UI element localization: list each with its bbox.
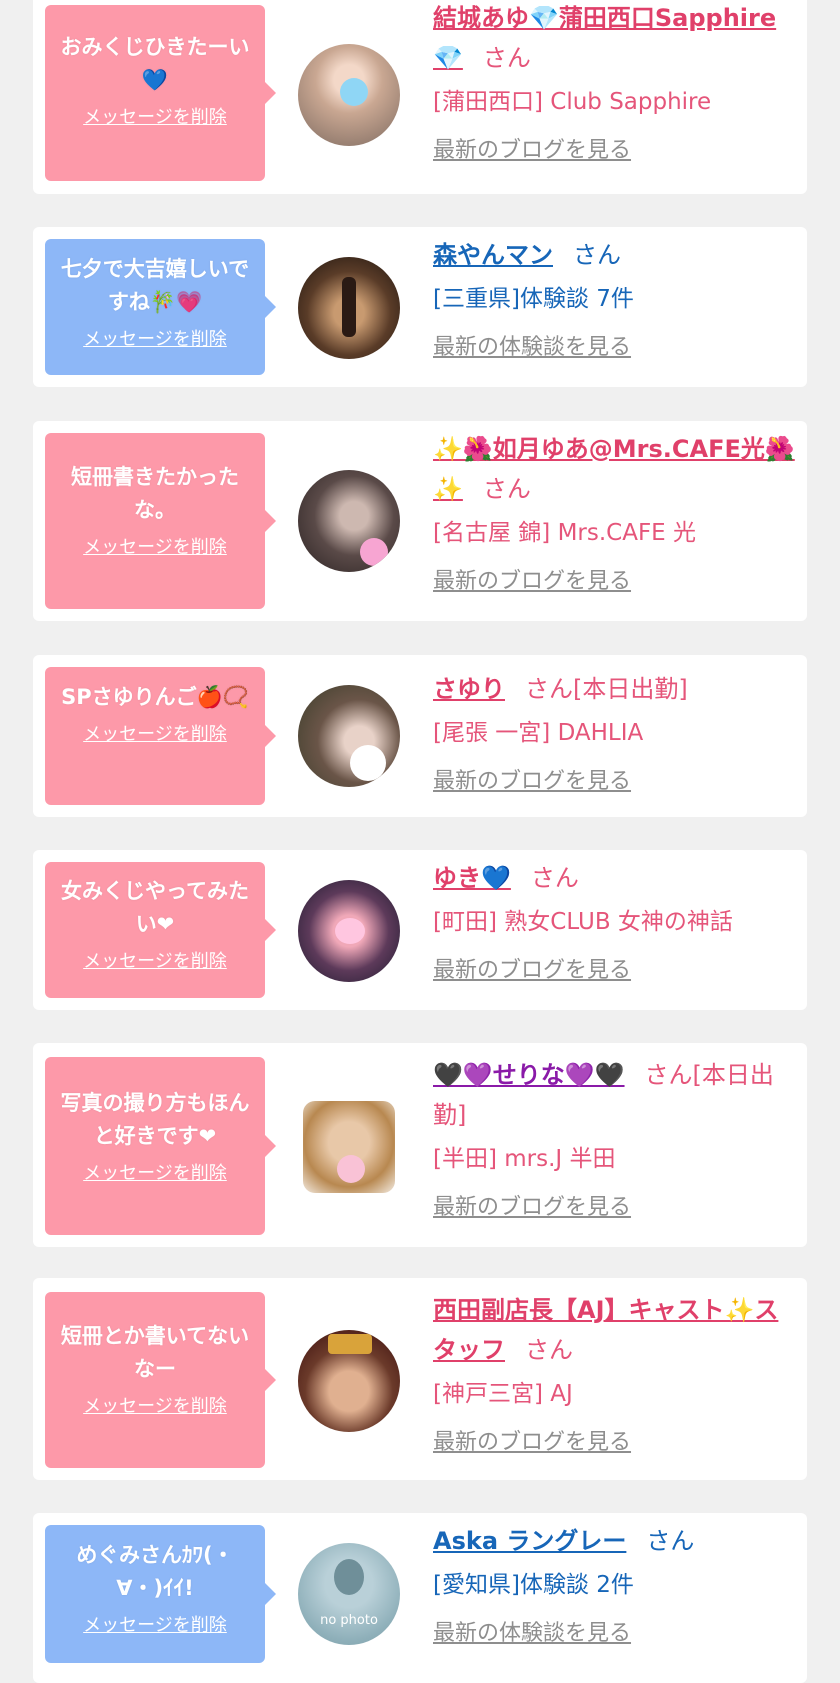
profile-name-link[interactable]: 森やんマン — [433, 241, 553, 269]
avatar[interactable] — [298, 257, 400, 359]
delete-message-link[interactable]: メッセージを削除 — [83, 950, 227, 974]
profile-name-link[interactable]: さゆり — [433, 675, 505, 703]
honorific: さん — [646, 1527, 695, 1555]
honorific: さん — [530, 864, 579, 892]
latest-blog-link[interactable]: 最新のブログを見る — [433, 1193, 631, 1223]
message-bubble: めぐみさんｶﾜ(・∀・)ｲｲ! メッセージを削除 — [45, 1525, 276, 1663]
honorific: さん — [573, 241, 621, 269]
latest-blog-link[interactable]: 最新のブログを見る — [433, 136, 631, 166]
shop-info: [神戸三宮] AJ — [433, 1381, 573, 1407]
delete-message-link[interactable]: メッセージを削除 — [83, 723, 227, 747]
shop-info: [半田] mrs.J 半田 — [433, 1146, 616, 1172]
no-photo-label: no photo — [320, 1613, 378, 1628]
delete-message-link[interactable]: メッセージを削除 — [83, 1395, 227, 1419]
delete-message-link[interactable]: メッセージを削除 — [83, 106, 227, 130]
face-cover-icon — [350, 745, 386, 781]
shop-info: [名古屋 錦] Mrs.CAFE 光 — [433, 520, 697, 546]
profile-name-link[interactable]: ゆき💙 — [433, 864, 511, 892]
message-bubble: 短冊書きたかったな。 メッセージを削除 — [45, 433, 276, 609]
avatar[interactable] — [298, 685, 400, 787]
shop-info: [三重県]体験談 7件 — [433, 286, 634, 312]
message-bubble: おみくじひきたーい💙 メッセージを削除 — [45, 5, 276, 181]
message-text: 七夕で大吉嬉しいですね🎋💗 — [60, 257, 250, 314]
shop-info: [愛知県]体験談 2件 — [433, 1572, 634, 1598]
honorific: さん — [482, 44, 531, 72]
latest-blog-link[interactable]: 最新のブログを見る — [433, 767, 631, 797]
message-text: 写真の撮り方もほんと好きです❤ — [60, 1091, 250, 1148]
delete-message-link[interactable]: メッセージを削除 — [83, 536, 227, 560]
message-bubble: SPさゆりんご🍎📿 メッセージを削除 — [45, 667, 276, 805]
shop-info: [尾張 一宮] DAHLIA — [433, 720, 644, 746]
message-text: 女みくじやってみたい❤ — [61, 879, 249, 936]
delete-message-link[interactable]: メッセージを削除 — [83, 328, 227, 352]
avatar[interactable] — [298, 880, 400, 982]
latest-review-link[interactable]: 最新の体験談を見る — [433, 1619, 631, 1649]
delete-message-link[interactable]: メッセージを削除 — [83, 1614, 227, 1638]
message-text: めぐみさんｶﾜ(・∀・)ｲｲ! — [76, 1543, 234, 1600]
message-card: 女みくじやってみたい❤ メッセージを削除 ゆき💙 さん [町田] 熟女CLUB 女… — [33, 850, 807, 1010]
profile-info: Aska ラングレー さん [愛知県]体験談 2件 最新の体験談を見る — [433, 1521, 797, 1649]
message-card: おみくじひきたーい💙 メッセージを削除 結城あゆ💎蒲田西口Sapphire💎 さん… — [33, 0, 807, 194]
latest-review-link[interactable]: 最新の体験談を見る — [433, 333, 631, 363]
heart-icon — [335, 918, 365, 944]
profile-info: ゆき💙 さん [町田] 熟女CLUB 女神の神話 最新のブログを見る — [433, 858, 797, 986]
shop-info: [蒲田西口] Club Sapphire — [433, 89, 712, 115]
message-card: 短冊書きたかったな。 メッセージを削除 ✨🌺如月ゆあ@Mrs.CAFE光🌺✨ さん… — [33, 421, 807, 621]
message-text: SPさゆりんご🍎📿 — [61, 685, 249, 709]
message-text: 短冊書きたかったな。 — [71, 465, 239, 522]
profile-info: 森やんマン さん [三重県]体験談 7件 最新の体験談を見る — [433, 235, 797, 363]
heart-icon — [337, 1155, 365, 1183]
profile-info: 🖤💜せりな💜🖤 さん[本日出勤] [半田] mrs.J 半田 最新のブログを見る — [433, 1055, 797, 1223]
profile-name-link[interactable]: Aska ラングレー — [433, 1527, 626, 1555]
profile-info: 西田副店長【AJ】キャスト✨スタッフ さん [神戸三宮] AJ 最新のブログを見る — [433, 1290, 797, 1458]
honorific: さん[本日出勤] — [525, 675, 688, 703]
avatar[interactable] — [298, 1330, 400, 1432]
message-bubble: 写真の撮り方もほんと好きです❤ メッセージを削除 — [45, 1057, 276, 1235]
honorific: さん — [525, 1336, 573, 1364]
delete-message-link[interactable]: メッセージを削除 — [83, 1162, 227, 1186]
message-bubble: 女みくじやってみたい❤ メッセージを削除 — [45, 862, 276, 998]
bottle-icon — [342, 277, 356, 337]
message-card: 七夕で大吉嬉しいですね🎋💗 メッセージを削除 森やんマン さん [三重県]体験談 … — [33, 227, 807, 387]
message-card: SPさゆりんご🍎📿 メッセージを削除 さゆり さん[本日出勤] [尾張 一宮] D… — [33, 655, 807, 817]
profile-info: さゆり さん[本日出勤] [尾張 一宮] DAHLIA 最新のブログを見る — [433, 669, 797, 797]
heart-icon — [360, 538, 388, 566]
profile-info: ✨🌺如月ゆあ@Mrs.CAFE光🌺✨ さん [名古屋 錦] Mrs.CAFE 光 … — [433, 429, 797, 597]
profile-name-link[interactable]: 西田副店長【AJ】キャスト✨スタッフ — [433, 1296, 778, 1364]
message-card: 写真の撮り方もほんと好きです❤ メッセージを削除 🖤💜せりな💜🖤 さん[本日出勤]… — [33, 1043, 807, 1247]
silhouette-icon — [334, 1559, 364, 1595]
avatar[interactable] — [298, 470, 400, 572]
avatar[interactable]: no photo — [298, 1543, 400, 1645]
avatar[interactable] — [303, 1101, 395, 1193]
latest-blog-link[interactable]: 最新のブログを見る — [433, 1428, 631, 1458]
heart-icon — [340, 78, 368, 106]
message-card: 短冊とか書いてないなー メッセージを削除 西田副店長【AJ】キャスト✨スタッフさ… — [33, 1278, 807, 1480]
latest-blog-link[interactable]: 最新のブログを見る — [433, 956, 631, 986]
message-text: 短冊とか書いてないなー — [60, 1324, 250, 1381]
crown-icon — [328, 1334, 372, 1354]
latest-blog-link[interactable]: 最新のブログを見る — [433, 567, 631, 597]
message-card: めぐみさんｶﾜ(・∀・)ｲｲ! メッセージを削除 no photo Aska ラ… — [33, 1513, 807, 1683]
profile-name-link[interactable]: 🖤💜せりな💜🖤 — [433, 1061, 625, 1089]
message-bubble: 七夕で大吉嬉しいですね🎋💗 メッセージを削除 — [45, 239, 276, 375]
message-text: おみくじひきたーい💙 — [60, 35, 250, 92]
avatar[interactable] — [298, 44, 400, 146]
honorific: さん — [482, 475, 531, 503]
profile-info: 結城あゆ💎蒲田西口Sapphire💎 さん [蒲田西口] Club Sapphir… — [433, 0, 797, 166]
message-bubble: 短冊とか書いてないなー メッセージを削除 — [45, 1292, 276, 1468]
shop-info: [町田] 熟女CLUB 女神の神話 — [433, 909, 733, 935]
